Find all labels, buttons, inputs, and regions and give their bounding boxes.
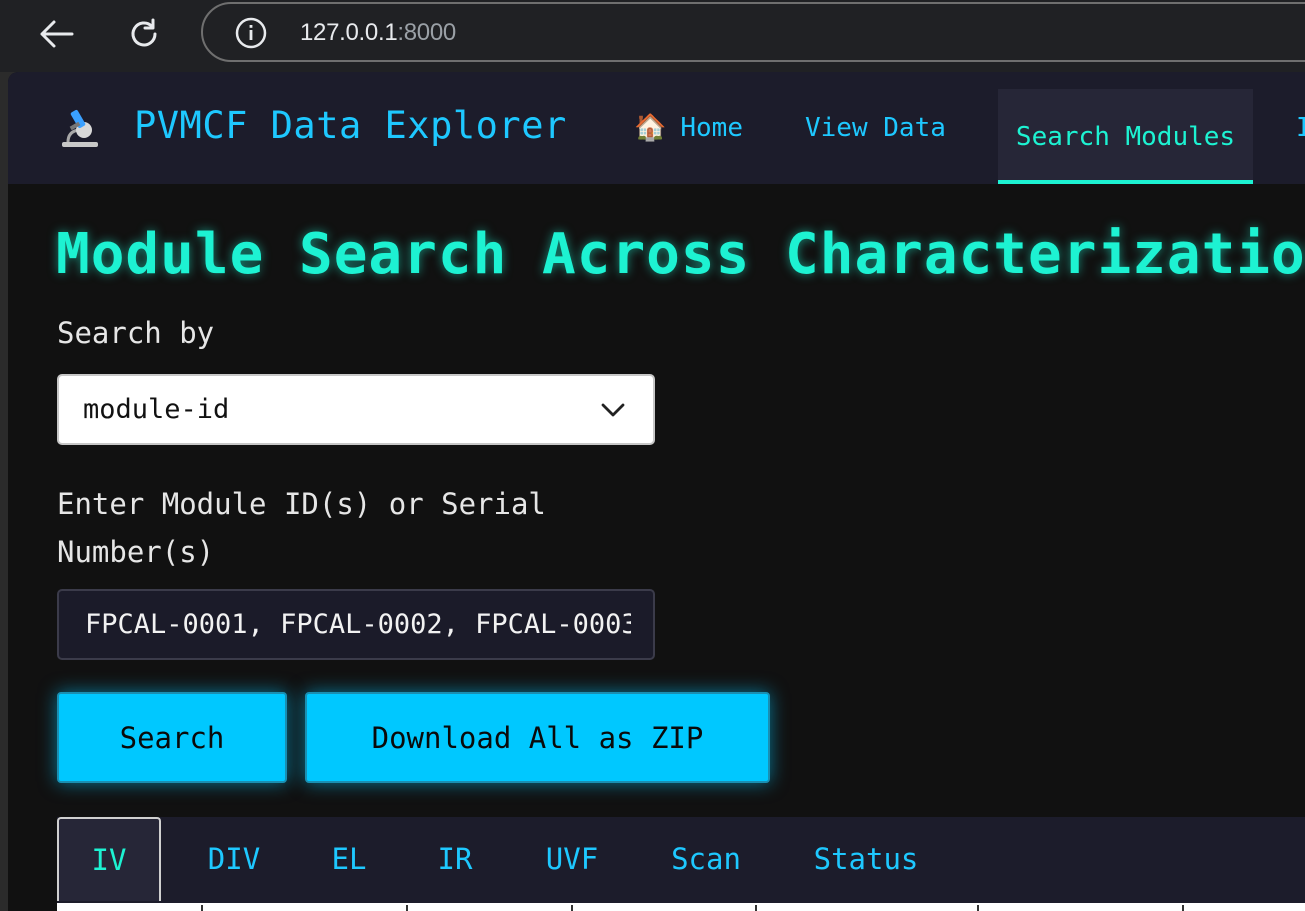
download-zip-button[interactable]: Download All as ZIP — [305, 692, 770, 783]
info-icon[interactable] — [235, 17, 267, 49]
brand-title[interactable]: PVMCF Data Explorer — [134, 104, 567, 147]
reload-icon[interactable] — [124, 14, 164, 54]
back-arrow-icon[interactable] — [36, 14, 76, 54]
nav-item-search-modules[interactable]: Search Modules — [998, 89, 1253, 184]
microscope-icon — [58, 106, 102, 150]
url-text: 127.0.0.1:8000 — [300, 19, 456, 47]
address-bar[interactable]: 127.0.0.1:8000 — [201, 2, 1305, 62]
search-button[interactable]: Search — [57, 692, 287, 783]
house-icon: 🏠 — [634, 113, 667, 143]
module-ids-label: Enter Module ID(s) or Serial Number(s) — [57, 487, 546, 569]
nav-item-overflow[interactable]: I — [1296, 72, 1305, 184]
tab-uvf[interactable]: UVF — [517, 817, 627, 901]
page-title: Module Search Across Characterizations — [56, 222, 1305, 287]
search-by-selected-value: module-id — [83, 394, 230, 425]
nav-item-overflow-label: I — [1296, 113, 1305, 143]
module-ids-input-value: FPCAL-0001, FPCAL-0002, FPCAL-0003 — [85, 609, 631, 640]
nav-item-search-modules-label: Search Modules — [1015, 121, 1236, 152]
navbar: PVMCF Data Explorer 🏠 Home View Data Sea… — [8, 72, 1305, 184]
nav-item-view-data[interactable]: View Data — [805, 72, 946, 184]
chevron-down-icon — [601, 400, 625, 420]
nav-item-view-data-label: View Data — [805, 113, 946, 143]
browser-toolbar: 127.0.0.1:8000 — [0, 0, 1305, 72]
search-by-label: Search by — [57, 316, 215, 350]
characterization-tabs: IV DIV EL IR UVF Scan Status — [57, 817, 1305, 903]
tab-scan[interactable]: Scan — [647, 817, 765, 901]
tab-div[interactable]: DIV — [179, 817, 289, 901]
table-column-divider — [1182, 905, 1184, 911]
table-column-divider — [571, 905, 573, 911]
tab-ir[interactable]: IR — [413, 817, 497, 901]
search-by-select[interactable]: module-id — [57, 374, 655, 445]
table-column-divider — [406, 905, 408, 911]
tab-iv[interactable]: IV — [57, 817, 161, 901]
url-host: 127.0.0.1 — [300, 19, 398, 46]
app-viewport: PVMCF Data Explorer 🏠 Home View Data Sea… — [8, 72, 1305, 911]
url-port: :8000 — [397, 19, 456, 46]
module-ids-input[interactable]: FPCAL-0001, FPCAL-0002, FPCAL-0003 — [57, 589, 655, 660]
tab-el[interactable]: EL — [307, 817, 391, 901]
nav-item-home-label: Home — [680, 113, 743, 143]
results-table-header — [57, 903, 1305, 911]
tab-status[interactable]: Status — [791, 817, 941, 901]
table-column-divider — [755, 905, 757, 911]
table-column-divider — [201, 905, 203, 911]
table-column-divider — [977, 905, 979, 911]
nav-item-home[interactable]: 🏠 Home — [634, 72, 743, 184]
